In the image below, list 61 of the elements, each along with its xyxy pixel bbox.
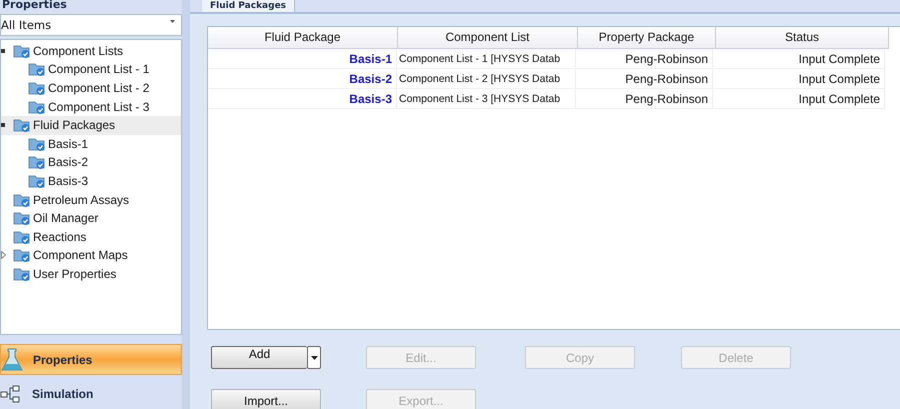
folder-check-icon	[28, 173, 46, 190]
tab[interactable]: Fluid Packages	[202, 0, 296, 12]
flowsheet-icon	[0, 384, 22, 404]
add-button[interactable]: Add	[211, 346, 307, 369]
tree-item[interactable]: Component List - 2	[1, 78, 181, 98]
tree-item[interactable]: Component Lists	[1, 42, 181, 60]
caret-icon	[310, 356, 318, 360]
column-header[interactable]: Fluid Package	[208, 27, 398, 49]
folder-check-icon	[28, 61, 46, 78]
action-button[interactable]: Import...	[211, 389, 321, 409]
table-link[interactable]: Basis-2	[208, 69, 397, 89]
nav-button[interactable]: Simulation	[0, 379, 182, 409]
table-link[interactable]: Basis-3	[208, 89, 397, 109]
table-cell: Peng-Robinson	[576, 49, 713, 69]
folder-check-icon	[28, 98, 46, 115]
tree-item[interactable]: User Properties	[1, 264, 181, 284]
column-header[interactable]: Component List	[398, 27, 578, 49]
filter-dropdown[interactable]: All Items	[0, 14, 182, 36]
table-cell: Input Complete	[713, 89, 885, 109]
table-cell: Input Complete	[713, 69, 885, 89]
tree-item[interactable]: Basis-3	[1, 172, 181, 190]
table-cell: Component List - 1 [HYSYS Datab	[397, 49, 576, 69]
folder-check-icon	[28, 136, 46, 152]
column-header[interactable]: Property Package	[578, 27, 716, 49]
panel-title: Properties	[1, 0, 68, 11]
tree-item[interactable]: Oil Manager	[1, 208, 181, 228]
collapse-icon[interactable]	[1, 123, 5, 128]
nav-button[interactable]: Properties	[0, 344, 182, 376]
tree-item[interactable]: Petroleum Assays	[1, 190, 181, 209]
tree-item[interactable]: Basis-2	[1, 153, 181, 172]
action-button: Edit...	[366, 346, 476, 369]
folder-check-icon	[13, 247, 31, 264]
expand-icon[interactable]	[1, 251, 6, 260]
table-cell: Peng-Robinson	[576, 89, 713, 109]
tree-item[interactable]: Basis-1	[1, 134, 181, 154]
table-link[interactable]: Basis-1	[208, 49, 397, 69]
flask-icon	[1, 348, 23, 372]
folder-check-icon	[13, 228, 31, 245]
action-button: Export...	[366, 389, 476, 409]
tree-item[interactable]: Reactions	[1, 228, 181, 246]
table-cell: Input Complete	[713, 49, 885, 69]
folder-check-icon	[13, 266, 31, 282]
table-cell: Component List - 2 [HYSYS Datab	[397, 69, 576, 89]
folder-check-icon	[13, 210, 31, 226]
folder-check-icon	[13, 192, 31, 208]
table-cell: Component List - 3 [HYSYS Datab	[397, 89, 576, 109]
collapse-icon[interactable]	[1, 48, 5, 53]
tree-item[interactable]: Component Maps	[1, 246, 181, 265]
dropdown-button[interactable]	[307, 346, 321, 369]
tree-item[interactable]: Component List - 1	[1, 60, 181, 79]
column-header[interactable]: Status	[716, 27, 889, 49]
folder-check-icon	[13, 117, 31, 134]
table-cell: Peng-Robinson	[576, 69, 713, 89]
tree-item[interactable]: Fluid Packages	[1, 116, 181, 135]
folder-check-icon	[13, 42, 31, 59]
action-button: Copy	[525, 346, 635, 369]
caret-icon	[170, 20, 175, 24]
action-button: Delete	[681, 346, 791, 369]
folder-check-icon	[28, 154, 46, 170]
tree-item[interactable]: Component List - 3	[1, 97, 181, 116]
folder-check-icon	[28, 80, 46, 96]
